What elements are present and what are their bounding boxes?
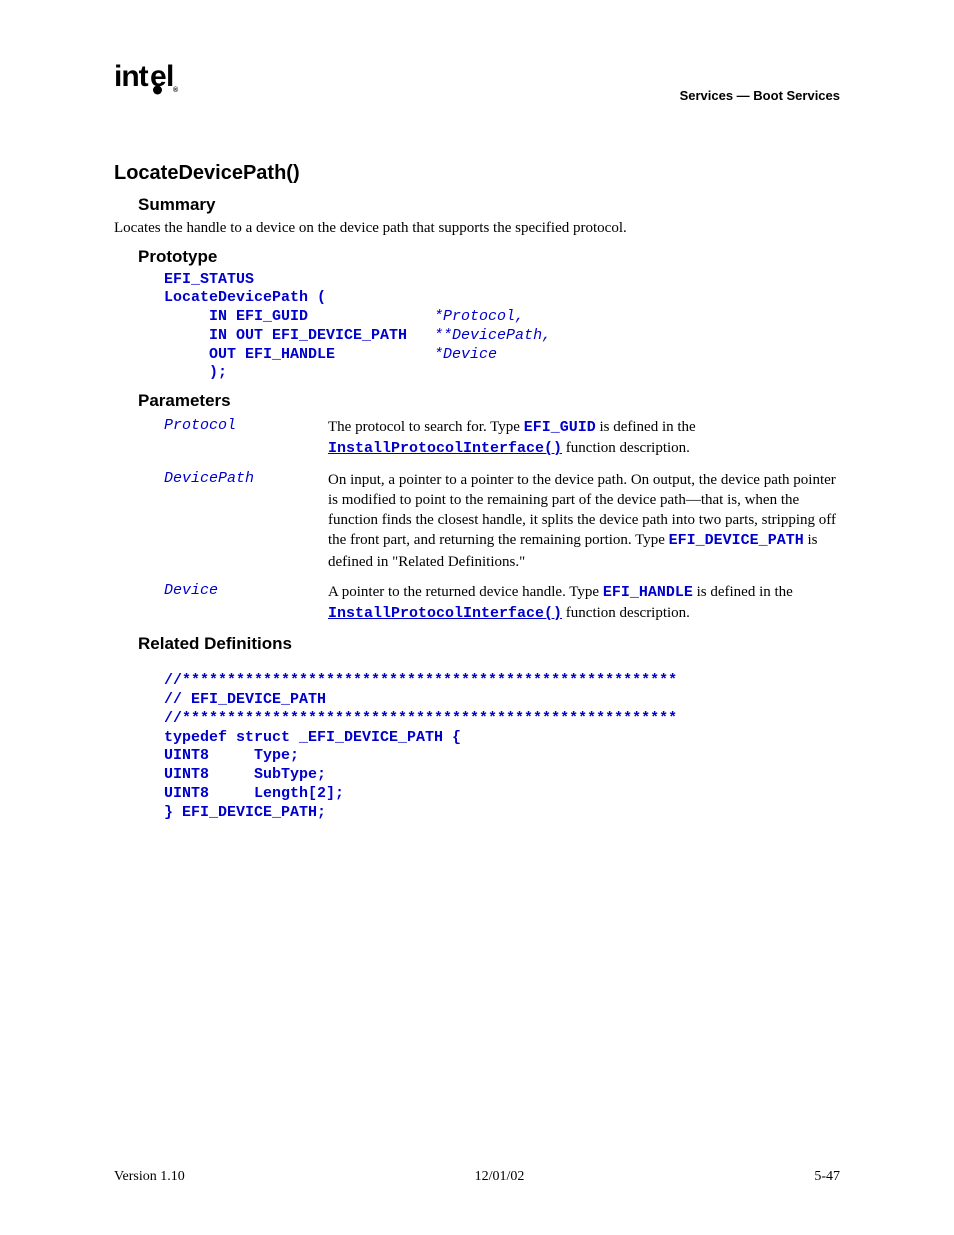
footer-page-number: 5-47	[814, 1169, 840, 1185]
summary-heading: Summary	[138, 195, 840, 215]
page-content: LocateDevicePath() Summary Locates the h…	[114, 62, 840, 822]
parameters-table: Protocol The protocol to search for. Typ…	[164, 417, 840, 624]
code-line: IN OUT EFI_DEVICE_PATH	[164, 327, 434, 344]
param-row-protocol: Protocol The protocol to search for. Typ…	[164, 417, 840, 460]
page: int e l ® Services — Boot Services Locat…	[0, 0, 954, 1235]
related-definitions-heading: Related Definitions	[138, 634, 840, 654]
param-row-devicepath: DevicePath On input, a pointer to a poin…	[164, 470, 840, 572]
summary-text: Locates the handle to a device on the de…	[114, 219, 840, 239]
code-line: OUT EFI_HANDLE	[164, 346, 434, 363]
param-name: Protocol	[164, 417, 328, 434]
page-footer: Version 1.10 12/01/02 5-47	[114, 1169, 840, 1185]
param-row-device: Device A pointer to the returned device …	[164, 582, 840, 625]
code-line: );	[164, 364, 227, 381]
parameters-heading: Parameters	[138, 391, 840, 411]
link-install-protocol-interface[interactable]: InstallProtocolInterface()	[328, 605, 562, 622]
param-desc: A pointer to the returned device handle.…	[328, 582, 840, 625]
svg-text:®: ®	[173, 86, 178, 94]
link-install-protocol-interface[interactable]: InstallProtocolInterface()	[328, 440, 562, 457]
param-desc: On input, a pointer to a pointer to the …	[328, 470, 840, 572]
prototype-heading: Prototype	[138, 247, 840, 267]
code-param: *Protocol,	[434, 308, 524, 325]
code-param: *Device	[434, 346, 497, 363]
prototype-code: EFI_STATUS LocateDevicePath ( IN EFI_GUI…	[164, 271, 840, 384]
footer-version: Version 1.10	[114, 1169, 185, 1185]
param-name: DevicePath	[164, 470, 328, 487]
code-line: IN EFI_GUID	[164, 308, 434, 325]
svg-text:int: int	[114, 60, 149, 93]
param-name: Device	[164, 582, 328, 599]
code-param: **DevicePath,	[434, 327, 551, 344]
related-definitions-code: //**************************************…	[164, 672, 840, 822]
intel-logo: int e l ®	[114, 60, 178, 96]
header-section-label: Services — Boot Services	[680, 88, 840, 103]
footer-date: 12/01/02	[475, 1169, 525, 1185]
code-line: EFI_STATUS	[164, 271, 254, 288]
function-title: LocateDevicePath()	[114, 162, 840, 185]
param-desc: The protocol to search for. Type EFI_GUI…	[328, 417, 840, 460]
code-line: LocateDevicePath (	[164, 289, 326, 306]
